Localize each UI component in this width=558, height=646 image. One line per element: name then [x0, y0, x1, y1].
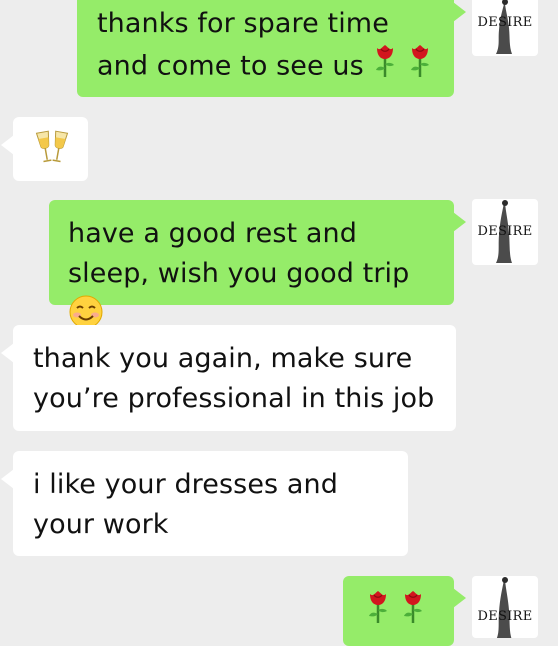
chat-thread: thanks for spare time and come to see us: [0, 0, 558, 646]
message-text: have a good rest and sleep, wish you goo…: [68, 218, 410, 289]
avatar-label: DESIRE: [477, 224, 533, 239]
message-text: thank you again, make sure you’re profes…: [33, 343, 435, 414]
message-bubble-incoming[interactable]: thank you again, make sure you’re profes…: [1, 325, 456, 431]
clinking-glasses-emoji-icon: [35, 129, 69, 177]
desire-logo-icon: [496, 577, 512, 638]
message-bubble-incoming[interactable]: i like your dresses and your work: [1, 451, 408, 556]
message-bubble-outgoing[interactable]: thanks for spare time and come to see us: [77, 0, 466, 97]
message-bubble-outgoing[interactable]: [343, 576, 466, 646]
message-text: thanks for spare time and come to see us: [97, 8, 389, 82]
rose-emoji-icon: [407, 44, 433, 90]
avatar[interactable]: DESIRE: [472, 199, 538, 265]
avatar-label: DESIRE: [477, 609, 533, 624]
message-bubble-outgoing[interactable]: have a good rest and sleep, wish you goo…: [49, 200, 466, 329]
message-bubble-incoming[interactable]: [1, 117, 88, 181]
rose-emoji-icon: [400, 590, 426, 636]
message-text: i like your dresses and your work: [33, 469, 338, 540]
rose-emoji-icon: [365, 590, 391, 636]
avatar[interactable]: DESIRE: [472, 0, 538, 56]
avatar-label: DESIRE: [477, 15, 533, 30]
avatar[interactable]: DESIRE: [472, 576, 538, 638]
rose-emoji-icon: [372, 44, 398, 90]
